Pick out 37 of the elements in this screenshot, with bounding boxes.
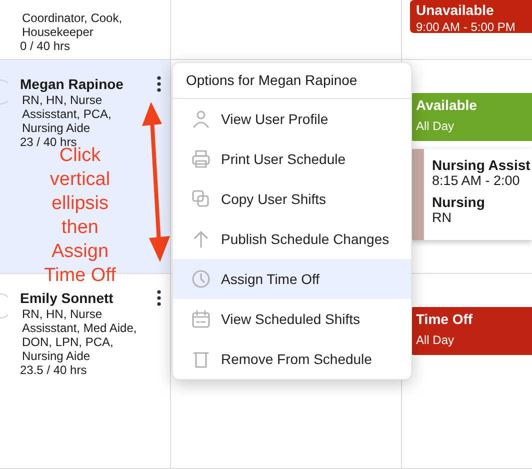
status-card[interactable]: Time Off All Day (410, 307, 532, 355)
staff-hours: 0 / 40 hrs (20, 39, 72, 53)
staff-roles: Coordinator, Cook, Housekeeper (21, 11, 124, 39)
menu-item[interactable]: Remove From Schedule (173, 339, 411, 379)
shift-role: RN (432, 210, 452, 225)
clock-icon (191, 269, 211, 289)
menu-item[interactable]: View User Profile (173, 99, 411, 139)
status-card[interactable]: Unavailable 9:00 AM - 5:00 PM (410, 0, 532, 33)
menu-item[interactable]: Print User Schedule (173, 139, 411, 179)
vertical-ellipsis-icon (157, 290, 161, 306)
staff-roles: RN, HN, Nurse Assisstant, Med Aide, DON, LPN, PCA, Nursing Aide (21, 307, 138, 363)
status-time: All Day (416, 119, 456, 133)
staff-name: Megan Rapinoe (20, 76, 124, 92)
staff-hours: 23.5 / 40 hrs (20, 363, 88, 377)
vertical-ellipsis-icon (157, 76, 161, 92)
shift-title: Nursing Assist (432, 157, 530, 173)
menu-item[interactable]: Copy User Shifts (173, 179, 411, 219)
staff-roles: RN, HN, Nurse Assisstant, PCA, Nursing Aide (21, 93, 112, 135)
staff-name: Emily Sonnett (20, 290, 114, 306)
annotation-text: Click vertical ellipsis then Assign Time Off (44, 145, 117, 288)
printer-icon (191, 149, 211, 169)
calendar-icon (191, 309, 211, 329)
shift-card[interactable]: Nursing Assist 8:15 AM - 2:00 Nursing RN (410, 149, 532, 240)
status-title: Time Off (416, 311, 474, 327)
status-time: 9:00 AM - 5:00 PM (416, 20, 516, 34)
shift-department: Nursing (432, 194, 486, 210)
status-title: Unavailable (416, 2, 495, 18)
copy-icon (191, 189, 211, 209)
status-time: All Day (416, 333, 456, 347)
menu-item[interactable]: View Scheduled Shifts (173, 299, 411, 339)
status-title: Available (416, 97, 478, 113)
menu-title: Options for Megan Rapinoe (173, 63, 411, 99)
menu-item[interactable]: Assign Time Off (173, 259, 411, 299)
menu-item[interactable]: Publish Schedule Changes (173, 219, 411, 259)
trash-icon (191, 349, 211, 369)
person-icon (191, 109, 211, 129)
shift-time: 8:15 AM - 2:00 (432, 173, 521, 188)
